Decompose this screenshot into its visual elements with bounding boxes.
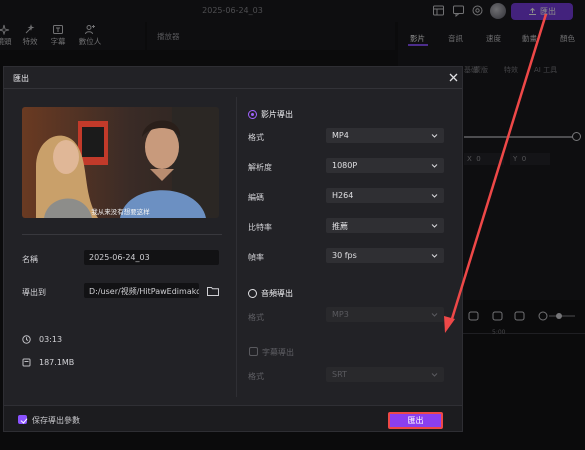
audio-format-label: 格式: [248, 313, 264, 322]
resolution-value: 1080P: [332, 161, 358, 170]
export-to-label: 導出到: [22, 288, 46, 297]
audio-export-option[interactable]: 音頻導出: [248, 288, 293, 299]
save-params-checkbox[interactable]: [18, 415, 27, 424]
export-button[interactable]: 匯出: [388, 412, 443, 429]
close-icon[interactable]: [447, 71, 460, 84]
subtitle-export-label: 字幕導出: [262, 348, 294, 357]
video-preview: [22, 107, 219, 218]
subtitle-export-checkbox[interactable]: [249, 347, 258, 356]
subtitle-format-value: SRT: [332, 370, 347, 379]
subtitle-format-select[interactable]: SRT: [326, 367, 444, 382]
codec-label: 編碼: [248, 193, 264, 202]
bitrate-select[interactable]: 推薦: [326, 218, 444, 233]
export-path-input[interactable]: D:/user/视频/HitPawEdimakor: [84, 283, 199, 298]
dialog-footer: 保存導出參數 匯出: [4, 405, 462, 431]
codec-value: H264: [332, 191, 354, 200]
save-params-label: 保存導出參數: [32, 416, 80, 425]
name-input[interactable]: 2025-06-24_03: [84, 250, 219, 265]
audio-format-value: MP3: [332, 310, 349, 319]
audio-export-radio[interactable]: [248, 289, 257, 298]
resolution-select[interactable]: 1080P: [326, 158, 444, 173]
editor-app: 2025-06-24_03 匯出 鏡頭 特效 字幕 數位人 播放器 影片 音訊 …: [0, 0, 585, 450]
video-export-option[interactable]: 影片導出: [248, 109, 293, 120]
video-export-radio[interactable]: [248, 110, 257, 119]
clock-icon: [22, 335, 31, 344]
file-size-icon: [22, 358, 31, 367]
format-label: 格式: [248, 133, 264, 142]
framerate-select[interactable]: 30 fps: [326, 248, 444, 263]
chevron-down-icon: [431, 254, 438, 258]
folder-icon[interactable]: [207, 286, 219, 296]
chevron-down-icon: [431, 224, 438, 228]
chevron-down-icon: [431, 194, 438, 198]
resolution-label: 解析度: [248, 163, 272, 172]
audio-export-label: 音頻導出: [261, 289, 293, 298]
framerate-label: 幀率: [248, 253, 264, 262]
format-value: MP4: [332, 131, 349, 140]
name-label: 名稱: [22, 255, 38, 264]
codec-select[interactable]: H264: [326, 188, 444, 203]
export-dialog: 匯出 我从来没有想要这样 名稱 2025-06-24_03 導出到 D:/use…: [3, 66, 463, 432]
dialog-title: 匯出: [13, 74, 29, 83]
export-button-label: 匯出: [407, 416, 424, 425]
format-select[interactable]: MP4: [326, 128, 444, 143]
dialog-header: 匯出: [4, 67, 462, 89]
column-divider: [236, 97, 237, 397]
chevron-down-icon: [431, 313, 438, 317]
bitrate-label: 比特率: [248, 223, 272, 232]
chevron-down-icon: [431, 373, 438, 377]
chevron-down-icon: [431, 134, 438, 138]
left-divider: [22, 234, 222, 235]
file-size-value: 187.1MB: [39, 358, 75, 367]
duration-value: 03:13: [39, 335, 63, 344]
chevron-down-icon: [431, 164, 438, 168]
audio-format-select[interactable]: MP3: [326, 307, 444, 322]
bitrate-value: 推薦: [332, 222, 348, 231]
video-export-label: 影片導出: [261, 110, 293, 119]
subtitle-format-label: 格式: [248, 372, 264, 381]
framerate-value: 30 fps: [332, 251, 357, 260]
preview-subtitle: 我从来没有想要这样: [91, 208, 150, 216]
